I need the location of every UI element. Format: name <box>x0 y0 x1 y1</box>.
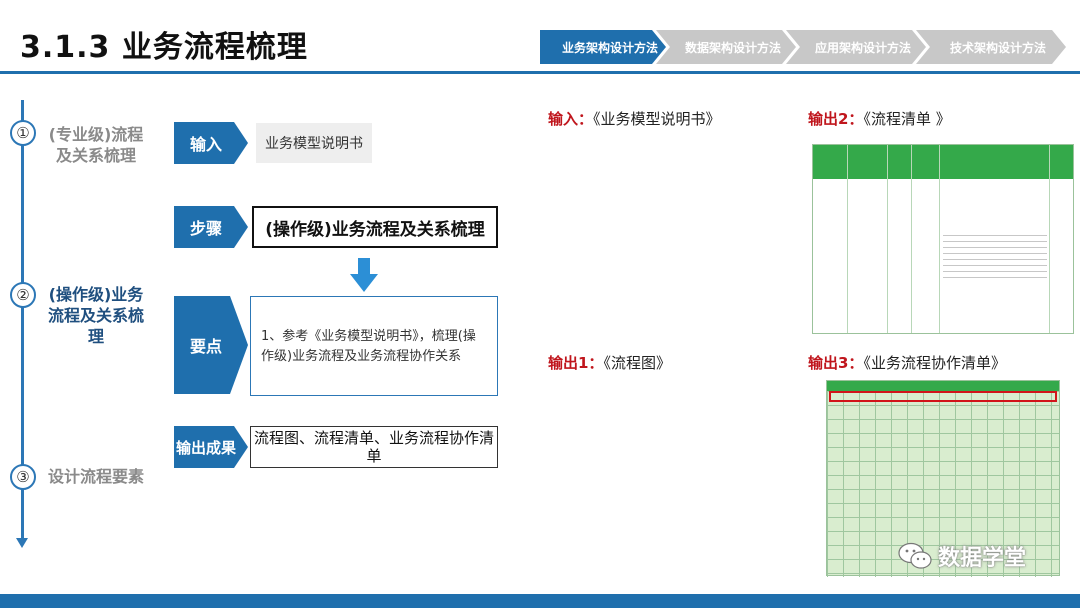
process-list-thumbnail-gridline <box>1049 145 1050 333</box>
process-list-thumbnail-gridline <box>939 145 940 333</box>
output-tag: 输出成果 <box>174 426 248 468</box>
output1-name: 《流程图》 <box>603 354 671 372</box>
method-nav: 业务架构设计方法 数据架构设计方法 应用架构设计方法 技术架构设计方法 <box>540 30 1080 64</box>
nav-tab-application-architecture[interactable]: 应用架构设计方法 <box>786 30 926 64</box>
collaboration-list-thumbnail-header <box>827 381 1059 391</box>
output2-prefix: 输出2： <box>808 110 864 128</box>
output1-prefix: 输出1： <box>548 354 604 372</box>
output2-name: 《流程清单 》 <box>863 110 951 128</box>
header-divider <box>0 71 1080 74</box>
wechat-icon <box>898 542 932 569</box>
output3-prefix: 输出3： <box>808 354 864 372</box>
input-value: 业务模型说明书 <box>256 123 372 163</box>
input-tag: 输入 <box>174 122 248 164</box>
step-number-3: ③ <box>10 464 36 490</box>
watermark-text: 数据学堂 <box>938 546 1027 571</box>
nav-tab-business-architecture[interactable]: 业务架构设计方法 <box>540 30 666 64</box>
nav-tab-data-architecture[interactable]: 数据架构设计方法 <box>656 30 796 64</box>
input-doc-label: 输入：《业务模型说明书》 <box>548 108 721 129</box>
output-value: 流程图、流程清单、业务流程协作清单 <box>250 426 498 468</box>
output2-label: 输出2：《流程清单 》 <box>808 108 951 129</box>
step-number-1: ① <box>10 120 36 146</box>
output3-name: 《业务流程协作清单》 <box>863 354 1006 372</box>
process-list-thumbnail-header <box>813 145 1073 179</box>
step-number-2: ② <box>10 282 36 308</box>
footer-bar <box>0 594 1080 608</box>
down-arrow-icon <box>350 258 378 292</box>
process-list-thumbnail-gridline <box>911 145 912 333</box>
process-list-thumbnail <box>812 144 1074 334</box>
step-tag: 步骤 <box>174 206 248 248</box>
input-doc-name: 《业务模型说明书》 <box>593 110 721 128</box>
key-points-value: 1、参考《业务模型说明书》，梳理(操作级)业务流程及业务流程协作关系 <box>250 296 498 396</box>
process-list-thumbnail-gridline <box>887 145 888 333</box>
collaboration-list-highlight-row <box>829 391 1057 402</box>
step-label-2: (操作级)业务流程及关系梳理 <box>47 285 144 346</box>
process-list-thumbnail-description <box>943 235 1047 279</box>
process-list-thumbnail-gridline <box>847 145 848 333</box>
output1-label: 输出1：《流程图》 <box>548 352 671 373</box>
key-points-tag: 要点 <box>174 296 248 394</box>
step-label-1: (专业级)流程及关系梳理 <box>48 125 144 165</box>
output3-label: 输出3：《业务流程协作清单》 <box>808 352 1006 373</box>
timeline-arrow-icon <box>16 538 28 548</box>
input-doc-prefix: 输入： <box>548 110 594 128</box>
page-title: 3.1.3 业务流程梳理 <box>20 30 308 65</box>
nav-tab-technology-architecture[interactable]: 技术架构设计方法 <box>916 30 1066 64</box>
step-label-3: 设计流程要素 <box>47 467 144 486</box>
step-value: (操作级)业务流程及关系梳理 <box>252 206 498 248</box>
watermark: 数据学堂 <box>898 540 1026 572</box>
